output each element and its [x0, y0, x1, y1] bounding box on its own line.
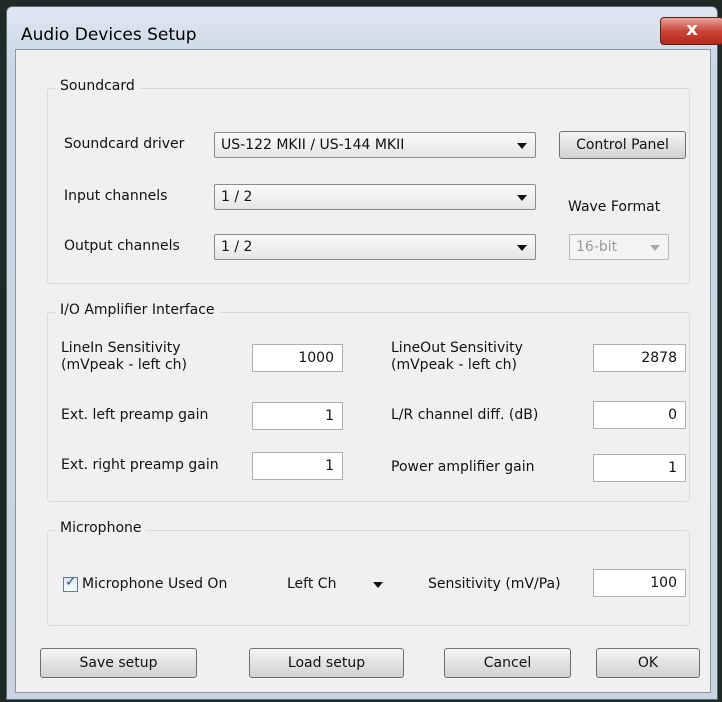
ext-right-preamp-label: Ext. right preamp gain [61, 457, 219, 473]
input-channels-value: 1 / 2 [221, 189, 253, 205]
control-panel-button[interactable]: Control Panel [559, 131, 686, 159]
checkmark-icon: ✓ [65, 574, 77, 590]
linein-sensitivity-field[interactable]: 1000 [252, 344, 343, 372]
dialog-client-area: Soundcard Soundcard driver US-122 MKII /… [15, 49, 711, 693]
linein-sensitivity-label-line2: (mVpeak - left ch) [61, 357, 187, 373]
ext-left-preamp-label: Ext. left preamp gain [61, 407, 209, 423]
microphone-channel-select[interactable]: Left Ch [280, 571, 392, 597]
microphone-used-on-checkbox[interactable]: ✓ Microphone Used On [63, 574, 273, 595]
chevron-down-icon [517, 245, 527, 251]
chevron-down-icon [650, 245, 660, 251]
power-amplifier-gain-field[interactable]: 1 [593, 454, 686, 482]
lr-channel-diff-label: L/R channel diff. (dB) [391, 407, 539, 423]
microphone-group-title: Microphone [56, 520, 146, 536]
chevron-down-icon [373, 582, 383, 588]
ext-right-preamp-field[interactable]: 1 [252, 452, 343, 480]
lineout-sensitivity-label-line1: LineOut Sensitivity [391, 340, 523, 356]
microphone-channel-value: Left Ch [287, 576, 337, 592]
io-amplifier-group-title: I/O Amplifier Interface [56, 302, 219, 318]
lineout-sensitivity-label: LineOut Sensitivity (mVpeak - left ch) [391, 340, 523, 374]
linein-sensitivity-label-line1: LineIn Sensitivity [61, 340, 181, 356]
output-channels-label: Output channels [64, 238, 180, 254]
close-button[interactable]: x [660, 17, 722, 45]
checkbox-box[interactable]: ✓ [63, 574, 78, 592]
soundcard-group-title: Soundcard [56, 78, 139, 94]
microphone-sensitivity-field[interactable]: 100 [593, 569, 686, 597]
wave-format-select: 16-bit [569, 234, 669, 260]
input-channels-label: Input channels [64, 188, 168, 204]
load-setup-button[interactable]: Load setup [249, 648, 404, 678]
window-title: Audio Devices Setup [21, 25, 197, 45]
output-channels-value: 1 / 2 [221, 239, 253, 255]
wave-format-label: Wave Format [568, 199, 661, 215]
lr-channel-diff-field[interactable]: 0 [593, 401, 686, 429]
input-channels-select[interactable]: 1 / 2 [214, 184, 536, 210]
soundcard-driver-value: US-122 MKII / US-144 MKII [221, 137, 405, 153]
ok-button[interactable]: OK [596, 648, 700, 678]
output-channels-select[interactable]: 1 / 2 [214, 234, 536, 260]
chevron-down-icon [517, 195, 527, 201]
title-bar[interactable]: Audio Devices Setup [7, 7, 717, 55]
save-setup-button[interactable]: Save setup [40, 648, 197, 678]
cancel-button[interactable]: Cancel [444, 648, 571, 678]
microphone-sensitivity-label: Sensitivity (mV/Pa) [428, 576, 561, 592]
soundcard-driver-label: Soundcard driver [64, 136, 185, 152]
power-amplifier-gain-label: Power amplifier gain [391, 459, 535, 475]
ext-left-preamp-field[interactable]: 1 [252, 402, 343, 430]
wave-format-value: 16-bit [576, 239, 618, 255]
linein-sensitivity-label: LineIn Sensitivity (mVpeak - left ch) [61, 340, 187, 374]
lineout-sensitivity-label-line2: (mVpeak - left ch) [391, 357, 517, 373]
lineout-sensitivity-field[interactable]: 2878 [593, 344, 686, 372]
chevron-down-icon [517, 143, 527, 149]
audio-devices-setup-window: Audio Devices Setup x Soundcard Soundcar… [6, 6, 722, 700]
microphone-used-on-label: Microphone Used On [82, 576, 228, 592]
soundcard-driver-select[interactable]: US-122 MKII / US-144 MKII [214, 132, 536, 158]
